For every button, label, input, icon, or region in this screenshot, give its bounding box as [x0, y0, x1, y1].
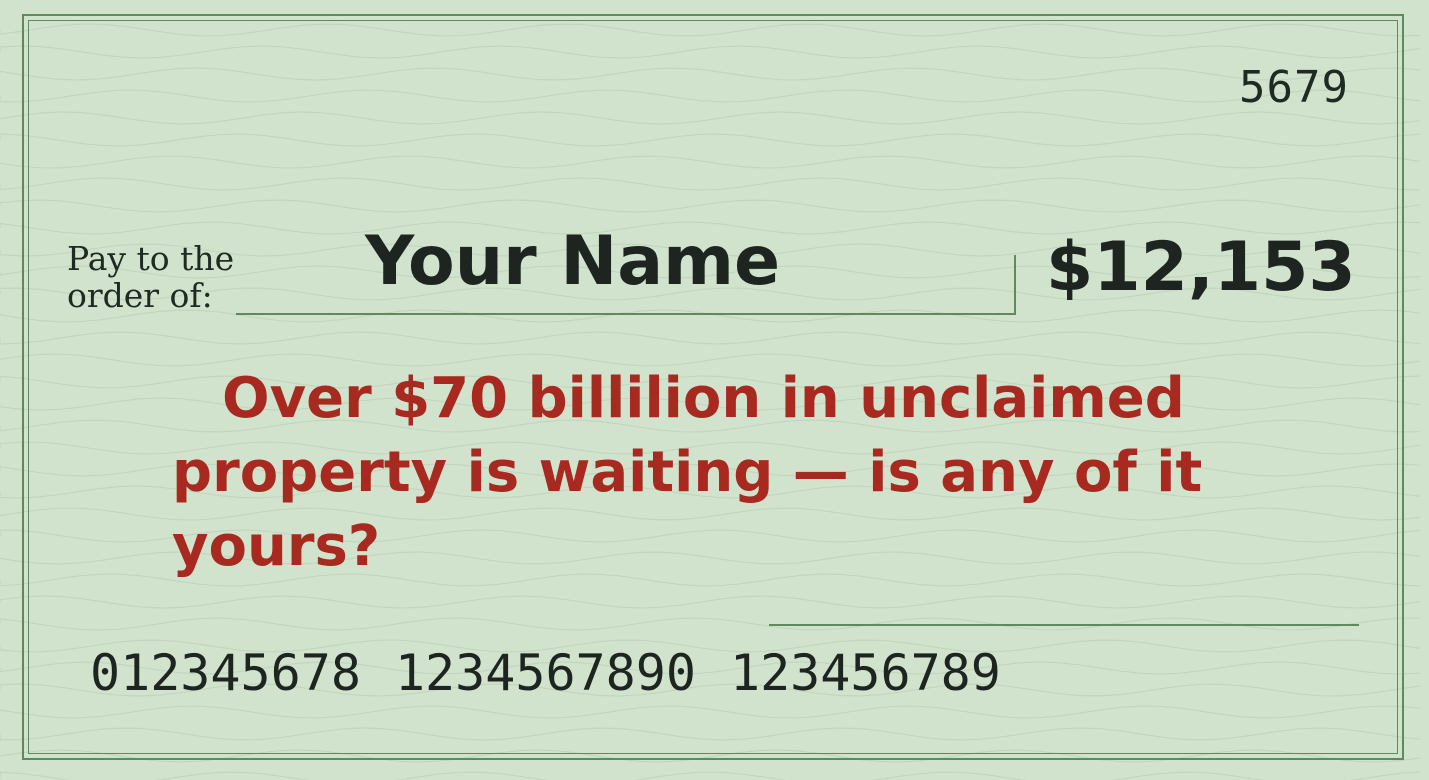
micr-line: 012345678 1234567890 123456789 [90, 644, 1035, 702]
signature-line [769, 624, 1359, 626]
payee-line [236, 313, 1016, 315]
pay-to-label-line2: order of: [67, 276, 213, 315]
check-number: 5679 [1239, 62, 1349, 113]
payee-name: Your Name [365, 222, 781, 301]
account-number: 1234567890 [394, 644, 696, 702]
headline-line2: property is waiting — is any of it yours… [172, 440, 1203, 579]
routing-number: 012345678 [90, 644, 361, 702]
pay-to-label-line1: Pay to the [67, 239, 235, 278]
pay-to-label: Pay to the order of: [67, 240, 234, 314]
check-amount: $12,153 [1046, 228, 1356, 307]
payee-line-end [1014, 255, 1016, 315]
headline-line1: Over $70 billilion in unclaimed [222, 366, 1185, 431]
guilloche-wave [0, 771, 1421, 780]
check: 5679 Pay to the order of: Your Name $12,… [0, 0, 1429, 780]
headline: Over $70 billilion in unclaimed property… [160, 362, 1360, 584]
serial-number: 123456789 [729, 644, 1001, 702]
